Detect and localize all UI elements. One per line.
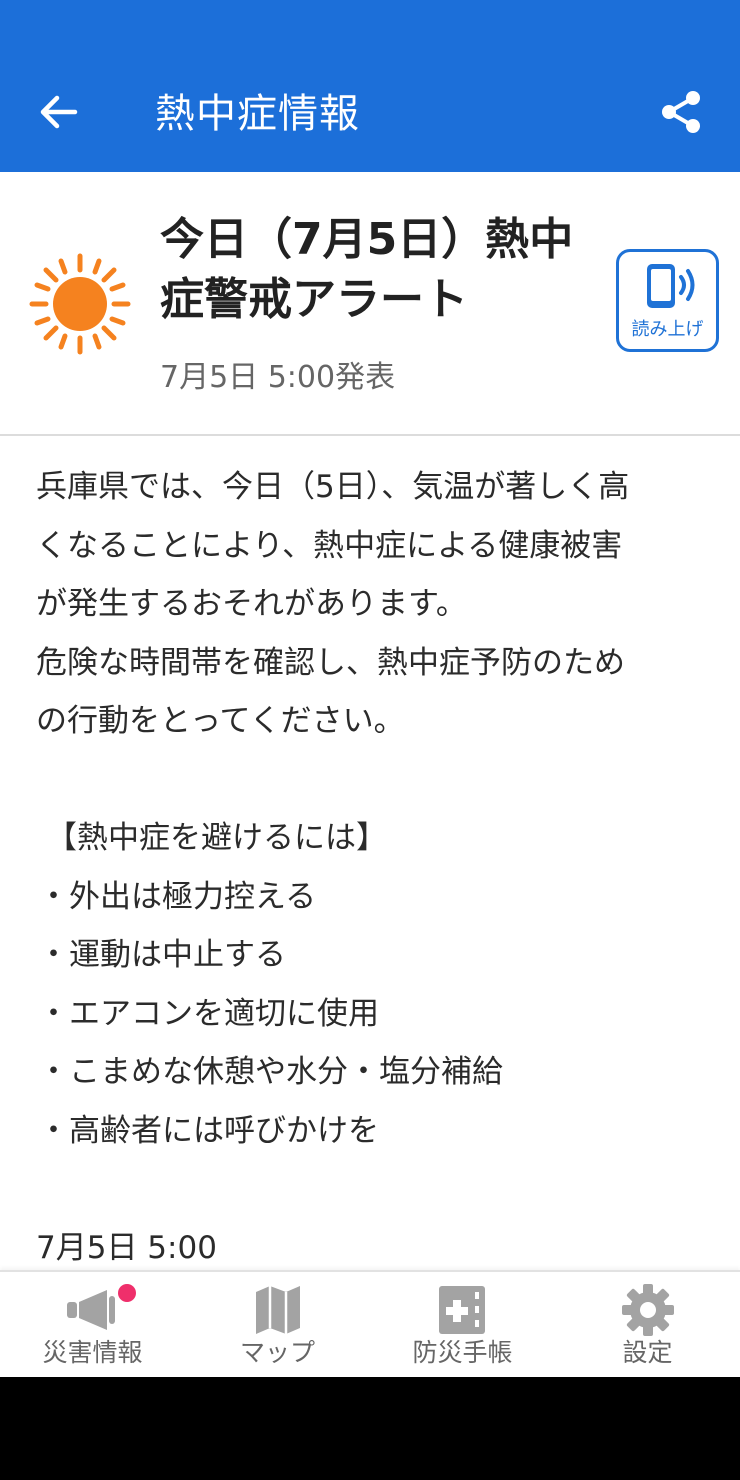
gear-icon — [621, 1284, 674, 1336]
bullet-item: ・高齢者には呼びかけを — [38, 1112, 379, 1149]
back-button[interactable] — [30, 86, 88, 138]
map-icon — [255, 1286, 300, 1334]
handbook-icon — [438, 1286, 485, 1334]
screen: 熱中症情報 今日（7月5日）熱中症警戒アラート 7月5日 5:00発表 読み上げ… — [0, 0, 740, 1377]
bullet-item: ・運動は中止する — [38, 937, 286, 973]
body-line: くなることにより、熱中症による健康被害 — [36, 527, 623, 564]
nav-item-handbook[interactable]: 防災手帳 — [370, 1272, 555, 1377]
body-line: 危険な時間帯を確認し、熱中症予防のため — [36, 644, 625, 681]
nav-label: 災害情報 — [42, 1338, 143, 1367]
alert-body: 兵庫県では、今日（5日）、気温が著しく高 くなることにより、熱中症による健康被害… — [36, 458, 706, 1277]
share-button[interactable] — [652, 84, 710, 140]
arrow-left-icon — [40, 95, 78, 129]
bullet-item: ・外出は極力控える — [38, 878, 317, 915]
body-line: の行動をとってください。 — [36, 703, 405, 739]
footer-time: 7月5日 5:00 — [36, 1229, 217, 1266]
section-heading: 【熱中症を避けるには】 — [46, 820, 387, 856]
bullet-item: ・こまめな休憩や水分・塩分補給 — [38, 1054, 503, 1090]
phone-speaker-icon — [647, 264, 695, 308]
sun-icon — [29, 253, 131, 355]
megaphone-icon — [66, 1290, 115, 1330]
nav-item-map[interactable]: マップ — [185, 1272, 370, 1377]
notification-badge — [118, 1284, 136, 1302]
published-time: 7月5日 5:00発表 — [160, 360, 396, 395]
alert-header: 今日（7月5日）熱中症警戒アラート 7月5日 5:00発表 読み上げ — [0, 172, 740, 436]
bottom-nav: 災害情報 マップ 防災手帳 設定 — [0, 1270, 740, 1377]
read-aloud-button[interactable]: 読み上げ — [616, 249, 719, 352]
nav-label: マップ — [239, 1338, 315, 1367]
app-bar: 熱中症情報 — [0, 0, 740, 172]
nav-item-settings[interactable]: 設定 — [555, 1272, 740, 1377]
bullet-item: ・エアコンを適切に使用 — [38, 995, 379, 1032]
nav-label: 防災手帳 — [412, 1338, 513, 1367]
nav-item-disaster-info[interactable]: 災害情報 — [0, 1272, 185, 1377]
read-aloud-label: 読み上げ — [631, 319, 704, 340]
nav-label: 設定 — [622, 1338, 673, 1367]
alert-title: 今日（7月5日）熱中症警戒アラート — [160, 214, 574, 325]
page-title: 熱中症情報 — [155, 91, 360, 137]
body-line: が発生するおそれがあります。 — [36, 586, 467, 622]
body-line: 兵庫県では、今日（5日）、気温が著しく高 — [36, 469, 630, 505]
share-icon — [662, 91, 700, 133]
